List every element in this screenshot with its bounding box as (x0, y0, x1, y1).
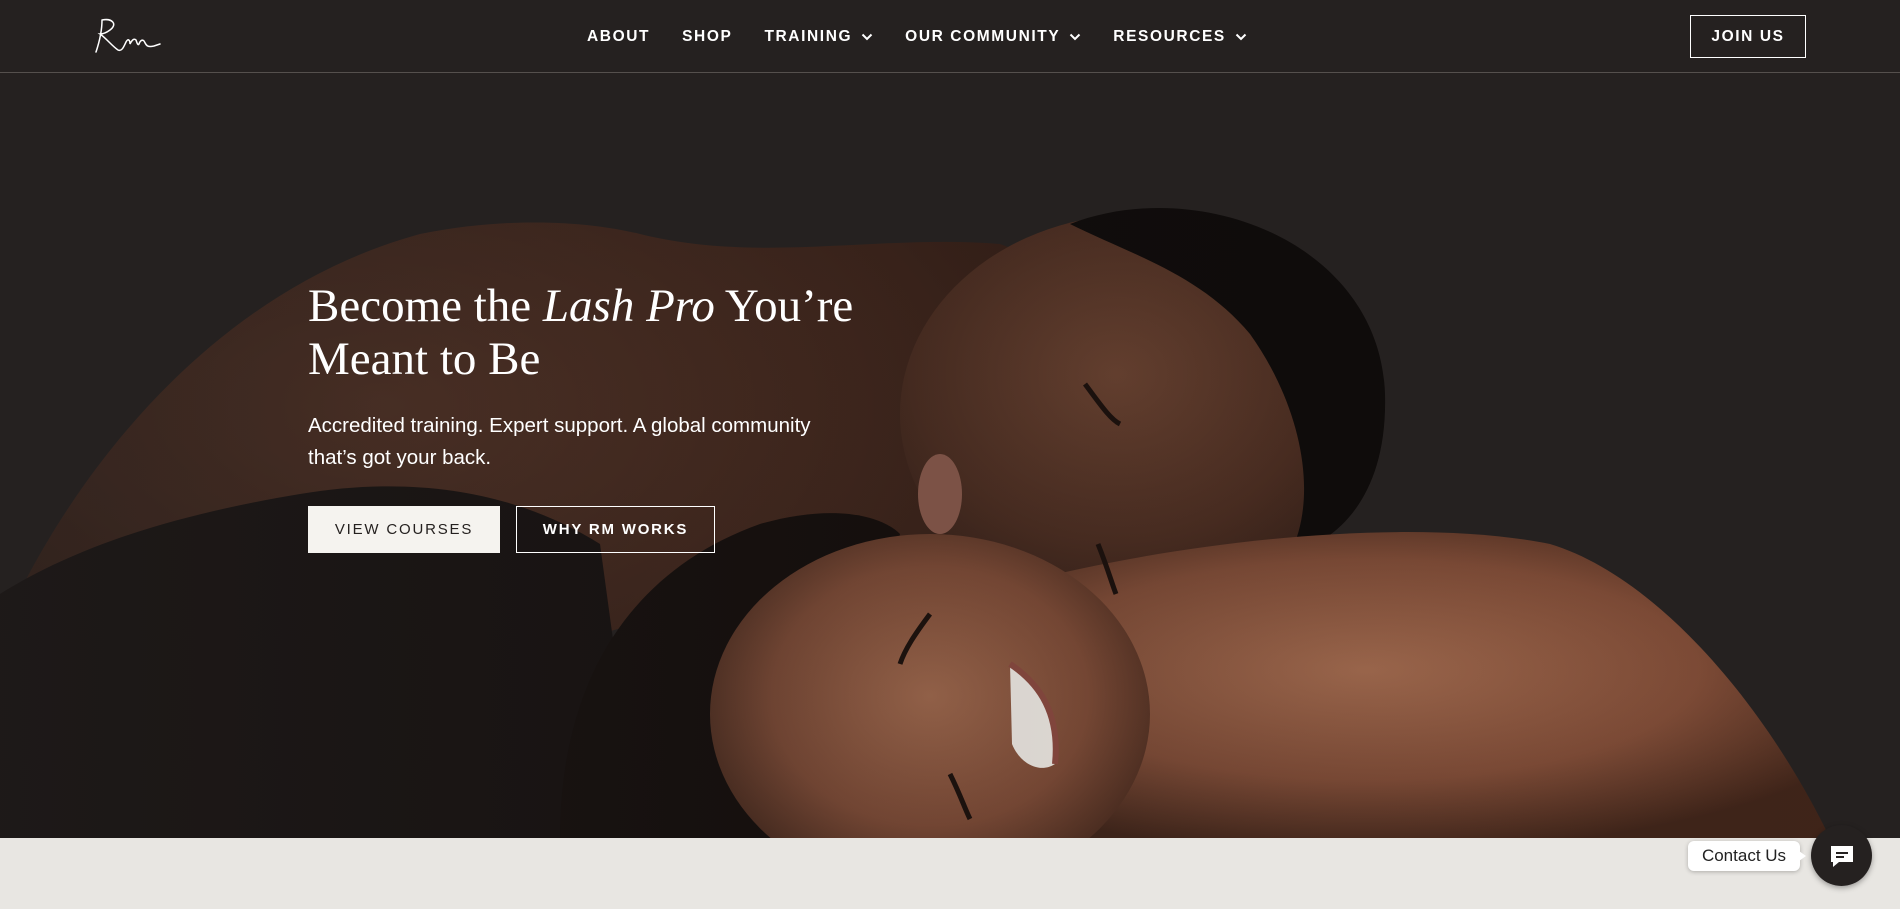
nav-item-our-community[interactable]: OUR COMMUNITY (905, 28, 1081, 46)
chat-icon (1830, 845, 1853, 867)
hero-title: Become the Lash Pro You’re Meant to Be (308, 280, 948, 386)
contact-chat-button[interactable] (1811, 825, 1872, 886)
hero-subtitle-line: Accredited training. Expert support. A g… (308, 414, 811, 437)
nav-item-shop[interactable]: SHOP (682, 28, 732, 46)
nav-item-label: OUR COMMUNITY (905, 27, 1061, 45)
chevron-down-icon (1235, 33, 1247, 41)
brand-logo[interactable] (88, 16, 162, 56)
hero-title-part: Meant to Be (308, 333, 541, 385)
chevron-down-icon (861, 33, 873, 41)
contact-us-label[interactable]: Contact Us (1688, 841, 1806, 871)
site-header: ABOUT SHOP TRAINING OUR COMMUNITY RESOUR… (0, 0, 1900, 73)
nav-item-training[interactable]: TRAINING (764, 28, 873, 46)
hero-title-part: Become the (308, 280, 543, 332)
hero-subtitle: Accredited training. Expert support. A g… (308, 410, 868, 474)
view-courses-button[interactable]: VIEW COURSES (308, 506, 500, 553)
main-nav: ABOUT SHOP TRAINING OUR COMMUNITY RESOUR… (587, 0, 1247, 73)
chevron-down-icon (1070, 33, 1081, 41)
nav-item-resources[interactable]: RESOURCES (1113, 28, 1247, 46)
join-us-button[interactable]: JOIN US (1690, 15, 1806, 58)
next-section-band (0, 838, 1900, 909)
hero-title-part: You’re (714, 280, 854, 332)
hero-subtitle-line: that’s got your back. (308, 446, 492, 469)
nav-item-label: RESOURCES (1113, 27, 1226, 45)
nav-item-about[interactable]: ABOUT (587, 28, 650, 46)
hero-image (0, 74, 1900, 838)
why-rm-works-button[interactable]: WHY RM WORKS (516, 506, 715, 553)
nav-item-label: TRAINING (764, 27, 853, 45)
nav-item-label: SHOP (682, 27, 733, 45)
hero-title-emphasis: Lash Pro (542, 280, 715, 332)
hero-section: Become the Lash Pro You’re Meant to Be A… (0, 74, 1900, 838)
nav-item-label: ABOUT (587, 27, 651, 45)
